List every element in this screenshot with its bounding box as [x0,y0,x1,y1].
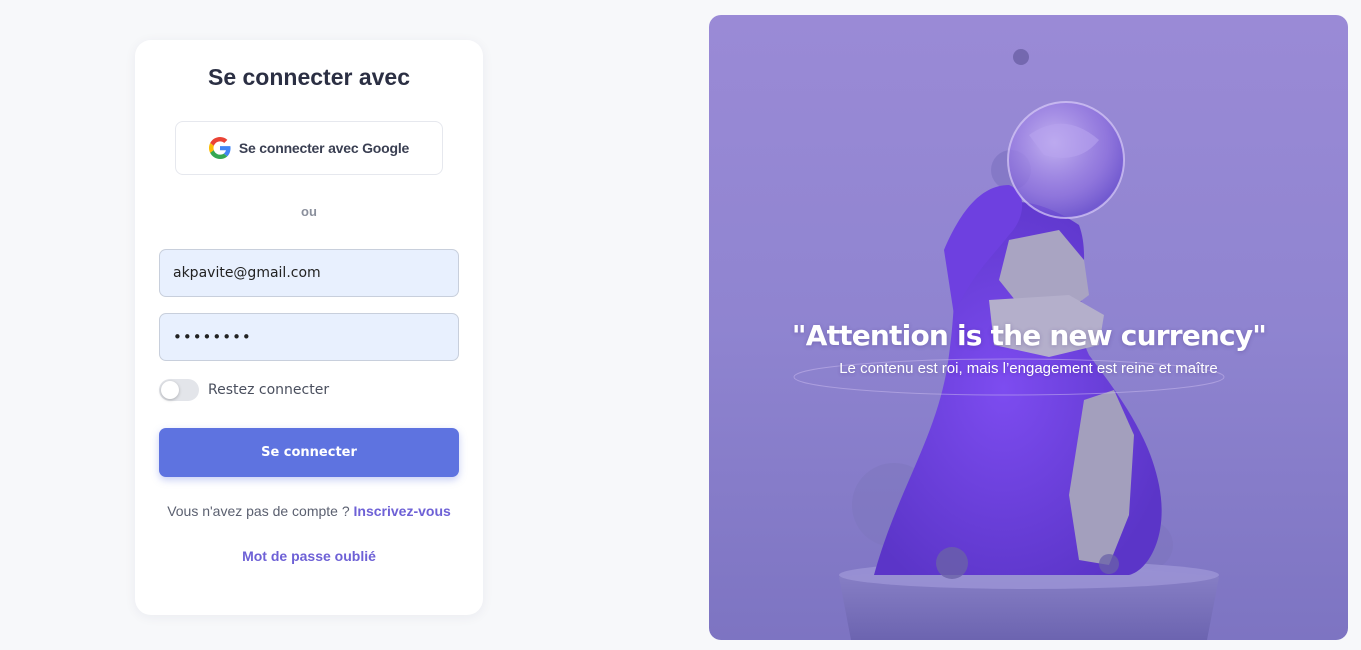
hero-quote: "Attention is the new currency" [791,319,1267,352]
remember-me-toggle[interactable] [159,379,199,401]
forgot-password-link[interactable]: Mot de passe oublié [242,548,376,564]
google-icon [208,137,231,159]
password-input[interactable] [159,313,459,361]
forgot-password-row: Mot de passe oublié [135,548,483,564]
remember-me-row: Restez connecter [159,379,329,401]
no-account-text: Vous n'avez pas de compte ? [167,503,350,519]
login-card: Se connecter avec Se connecter avec Goog… [135,40,483,615]
login-submit-button[interactable]: Se connecter [159,428,459,477]
hero-text: "Attention is the new currency" Le conte… [709,319,1348,377]
google-signin-button[interactable]: Se connecter avec Google [175,121,443,175]
login-title: Se connecter avec [207,64,410,90]
or-separator: ou [301,204,317,219]
google-signin-label: Se connecter avec Google [238,140,410,156]
hero-panel: "Attention is the new currency" Le conte… [709,15,1348,640]
signup-prompt: Vous n'avez pas de compte ? Inscrivez-vo… [135,503,483,519]
remember-me-label: Restez connecter [208,382,330,398]
signup-link[interactable]: Inscrivez-vous [354,503,451,519]
hero-subtitle: Le contenu est roi, mais l’engagement es… [839,360,1218,377]
toggle-knob [161,381,179,399]
email-input[interactable] [159,249,459,297]
